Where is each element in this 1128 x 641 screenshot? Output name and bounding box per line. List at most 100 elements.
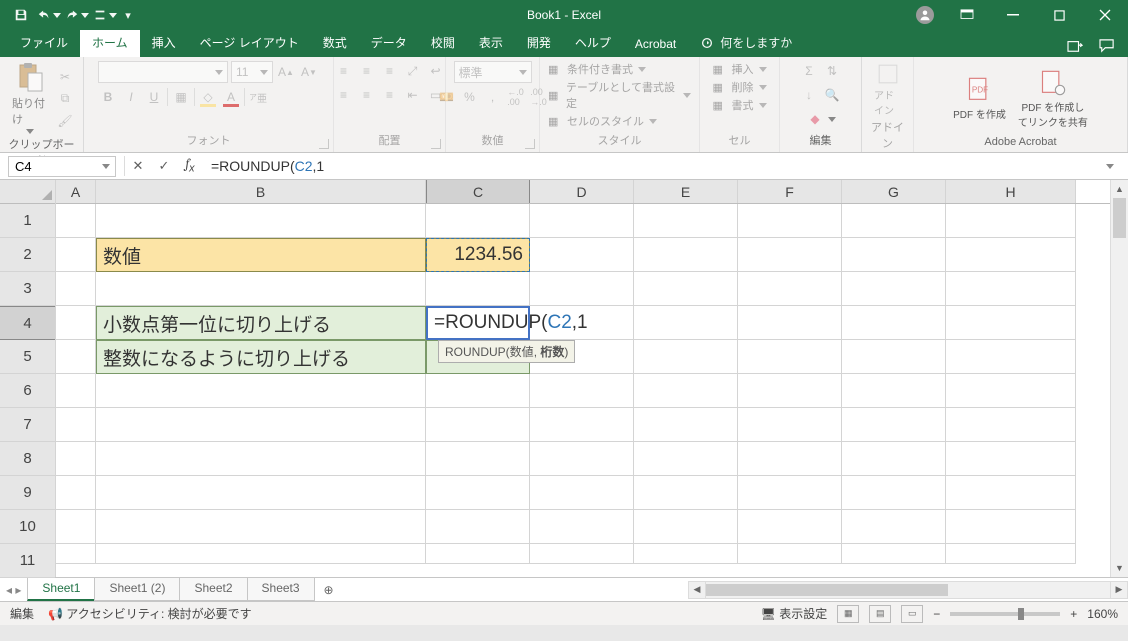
- cell[interactable]: [530, 476, 634, 510]
- increase-decimal-icon[interactable]: ←.0.00: [506, 87, 526, 107]
- phonetic-icon[interactable]: ア亜: [248, 87, 268, 107]
- enter-formula-button[interactable]: ✓: [151, 154, 177, 178]
- decrease-indent-icon[interactable]: ⇤: [403, 85, 423, 105]
- align-right-icon[interactable]: ≡: [380, 85, 400, 105]
- redo-icon[interactable]: [64, 2, 90, 28]
- pdf-create-button[interactable]: PDFPDF を作成: [949, 74, 1010, 123]
- row-header[interactable]: 3: [0, 272, 55, 306]
- cell[interactable]: [946, 374, 1076, 408]
- cell[interactable]: [946, 272, 1076, 306]
- row-header[interactable]: 7: [0, 408, 55, 442]
- autosum-icon[interactable]: Σ: [799, 61, 819, 81]
- sheet-tab[interactable]: Sheet3: [247, 578, 315, 601]
- cell[interactable]: [738, 442, 842, 476]
- cell[interactable]: [96, 272, 426, 306]
- cell[interactable]: [946, 408, 1076, 442]
- cell[interactable]: [56, 510, 96, 544]
- cell[interactable]: [530, 510, 634, 544]
- cell[interactable]: [56, 340, 96, 374]
- align-left-icon[interactable]: ≡: [334, 85, 354, 105]
- cell[interactable]: [426, 204, 530, 238]
- format-cells-button[interactable]: ▦書式: [713, 97, 767, 113]
- col-header[interactable]: E: [634, 180, 738, 203]
- dialog-launcher-icon[interactable]: [525, 139, 535, 149]
- maximize-button[interactable]: [1036, 0, 1082, 30]
- vertical-scrollbar[interactable]: ▲ ▼: [1110, 180, 1128, 577]
- cell[interactable]: [56, 238, 96, 272]
- insert-cells-button[interactable]: ▦挿入: [713, 61, 767, 77]
- cell[interactable]: [96, 510, 426, 544]
- cell[interactable]: [946, 238, 1076, 272]
- cell[interactable]: [56, 476, 96, 510]
- qat-customize-icon[interactable]: ▾: [120, 2, 136, 28]
- display-settings-button[interactable]: 🖥 表示設定: [761, 605, 828, 622]
- cell[interactable]: [738, 306, 842, 340]
- tab-page-layout[interactable]: ページ レイアウト: [188, 29, 311, 57]
- underline-button[interactable]: U: [144, 87, 164, 107]
- scroll-left-icon[interactable]: ◀: [688, 581, 706, 599]
- align-center-icon[interactable]: ≡: [357, 85, 377, 105]
- qat-more-icon[interactable]: [92, 2, 118, 28]
- cell-C2[interactable]: 1234.56: [426, 238, 530, 272]
- orientation-icon[interactable]: ⤢: [403, 61, 423, 81]
- tab-data[interactable]: データ: [359, 29, 419, 57]
- cell[interactable]: [96, 204, 426, 238]
- cell[interactable]: [426, 408, 530, 442]
- pdf-share-button[interactable]: PDF を作成してリンクを共有: [1014, 67, 1092, 131]
- find-icon[interactable]: 🔍: [822, 85, 842, 105]
- cell-styles-button[interactable]: ▦セルのスタイル: [548, 113, 657, 129]
- cell[interactable]: [634, 340, 738, 374]
- cell[interactable]: [842, 204, 946, 238]
- cell[interactable]: [530, 238, 634, 272]
- format-as-table-button[interactable]: ▦テーブルとして書式設定: [548, 79, 691, 111]
- cell[interactable]: [56, 306, 96, 340]
- col-header[interactable]: H: [946, 180, 1076, 203]
- scroll-right-icon[interactable]: ▶: [1110, 581, 1128, 599]
- dialog-launcher-icon[interactable]: [431, 139, 441, 149]
- tab-view[interactable]: 表示: [467, 29, 515, 57]
- accounting-icon[interactable]: 💴: [437, 87, 457, 107]
- chevron-down-icon[interactable]: [99, 160, 113, 174]
- cell[interactable]: [530, 442, 634, 476]
- align-top-icon[interactable]: ≡: [334, 61, 354, 81]
- border-icon[interactable]: ▦: [171, 87, 191, 107]
- font-name-combo[interactable]: [98, 61, 228, 83]
- decrease-font-icon[interactable]: A▼: [299, 62, 319, 82]
- cell[interactable]: [426, 510, 530, 544]
- sort-filter-icon[interactable]: ⇅: [822, 61, 842, 81]
- comma-icon[interactable]: ,: [483, 87, 503, 107]
- cell[interactable]: [56, 204, 96, 238]
- sheet-nav[interactable]: ◂ ▸: [0, 578, 27, 601]
- cell[interactable]: [426, 544, 530, 564]
- normal-view-icon[interactable]: ▦: [837, 605, 859, 623]
- cell[interactable]: [56, 544, 96, 564]
- tell-me[interactable]: 何をしますか: [688, 29, 804, 57]
- scroll-down-icon[interactable]: ▼: [1111, 559, 1128, 577]
- cell[interactable]: [946, 442, 1076, 476]
- cell[interactable]: [738, 238, 842, 272]
- sheet-tab[interactable]: Sheet2: [179, 578, 247, 601]
- row-header[interactable]: 10: [0, 510, 55, 544]
- tab-acrobat[interactable]: Acrobat: [623, 32, 688, 57]
- cell[interactable]: [842, 340, 946, 374]
- worksheet-grid[interactable]: 1 2 3 4 5 6 7 8 9 10 11 A B C D E F G H …: [0, 180, 1128, 577]
- cell[interactable]: [634, 238, 738, 272]
- cell[interactable]: [56, 272, 96, 306]
- zoom-slider[interactable]: [950, 612, 1060, 616]
- cell[interactable]: [426, 442, 530, 476]
- fill-icon[interactable]: ↓: [799, 85, 819, 105]
- conditional-format-button[interactable]: ▦条件付き書式: [548, 61, 646, 77]
- cell[interactable]: [738, 374, 842, 408]
- col-header[interactable]: C: [426, 180, 530, 203]
- formula-input[interactable]: =ROUNDUP(C2,1: [203, 158, 1098, 175]
- cell[interactable]: [56, 442, 96, 476]
- cell[interactable]: [738, 408, 842, 442]
- tab-help[interactable]: ヘルプ: [563, 29, 623, 57]
- accessibility-status[interactable]: 📢 アクセシビリティ: 検討が必要です: [48, 605, 252, 622]
- italic-button[interactable]: I: [121, 87, 141, 107]
- align-bottom-icon[interactable]: ≡: [380, 61, 400, 81]
- bold-button[interactable]: B: [98, 87, 118, 107]
- cell[interactable]: [530, 544, 634, 564]
- select-all-button[interactable]: [0, 180, 55, 204]
- font-color-icon[interactable]: A: [221, 87, 241, 107]
